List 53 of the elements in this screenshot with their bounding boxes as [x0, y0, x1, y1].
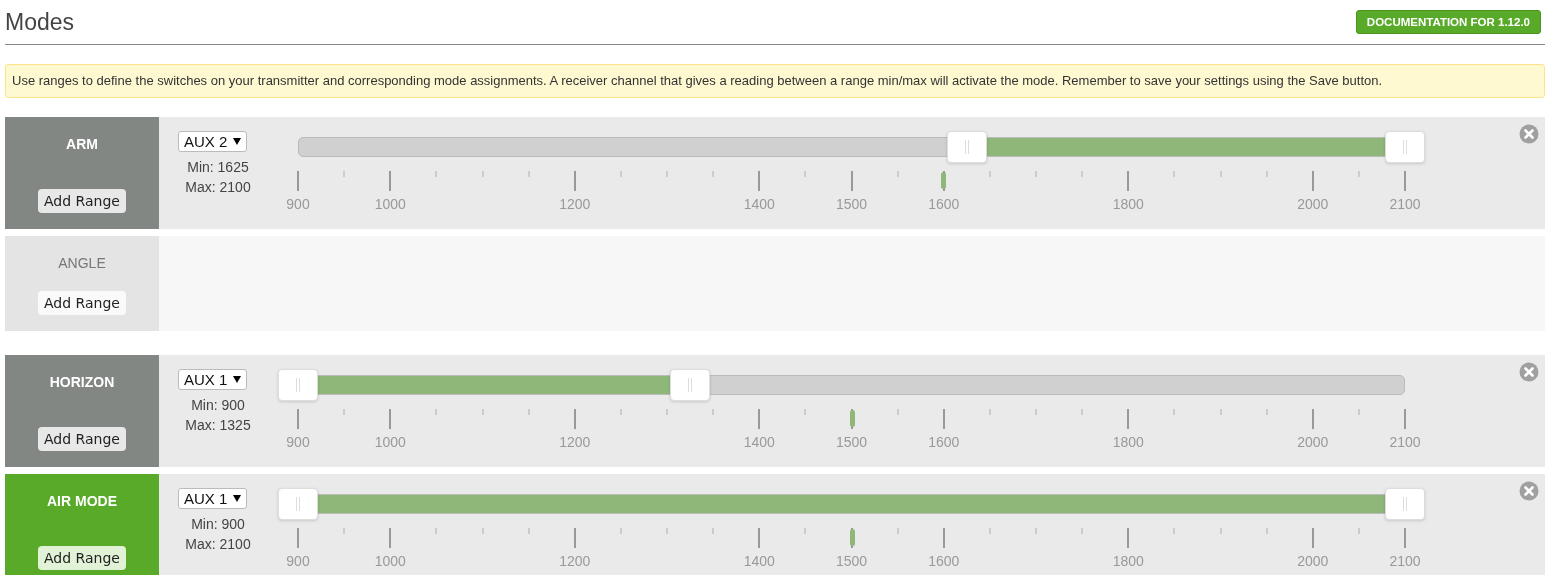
scale-label: 1600 — [928, 434, 960, 450]
caret-icon — [233, 376, 242, 383]
remove-icon[interactable] — [1519, 124, 1539, 144]
scale-label: 1500 — [835, 553, 868, 569]
scale-label: 1400 — [743, 196, 775, 212]
max-value: Max: 2100 — [185, 178, 251, 197]
scale-label: 1000 — [374, 196, 406, 212]
scale-label: 1600 — [928, 553, 960, 569]
scale-label: 900 — [286, 434, 310, 450]
remove-icon[interactable] — [1519, 481, 1539, 501]
max-value: Max: 2100 — [185, 535, 251, 554]
scale-label: 2100 — [1389, 196, 1421, 212]
channel-dropdown[interactable]: AUX 2 — [178, 131, 248, 152]
min-value: Min: 900 — [191, 515, 245, 534]
add-range-button[interactable]: Add Range — [38, 291, 126, 315]
mode-name: HORIZON — [49, 374, 115, 390]
scale-label: 1400 — [743, 434, 775, 450]
scale-label: 1200 — [559, 434, 591, 450]
scale-label: 2000 — [1297, 196, 1329, 212]
remove-icon[interactable] — [1519, 362, 1539, 382]
mode-name: ANGLE — [58, 255, 106, 271]
add-range-button[interactable]: Add Range — [38, 427, 126, 451]
scale-label: 1800 — [1112, 553, 1144, 569]
scale-label: 1500 — [835, 434, 868, 450]
scale-label: 1200 — [559, 196, 591, 212]
scale-label: 1500 — [835, 196, 868, 212]
range-slider[interactable] — [278, 488, 1425, 520]
caret-icon — [233, 138, 242, 145]
scale-label: 1600 — [928, 196, 960, 212]
channel-dropdown[interactable]: AUX 1 — [178, 369, 248, 390]
channel-dropdown[interactable]: AUX 1 — [178, 488, 248, 509]
scale-label: 1800 — [1112, 434, 1144, 450]
scale-label: 2000 — [1297, 553, 1329, 569]
mode-name: AIR MODE — [47, 493, 117, 509]
add-range-button[interactable]: Add Range — [38, 546, 126, 570]
scale-label: 1000 — [374, 553, 406, 569]
scale-label: 900 — [286, 196, 310, 212]
scale-label: 900 — [286, 553, 310, 569]
scale-label: 1000 — [374, 434, 406, 450]
page-title: Modes — [5, 8, 75, 36]
scale-label: 2100 — [1389, 434, 1421, 450]
caret-icon — [233, 495, 242, 502]
scale-label: 1200 — [559, 553, 591, 569]
min-value: Min: 1625 — [187, 158, 249, 177]
scale-label: 2000 — [1297, 434, 1329, 450]
max-value: Max: 1325 — [185, 416, 251, 435]
mode-name: ARM — [66, 136, 98, 152]
scale-label: 1400 — [743, 553, 775, 569]
add-range-button[interactable]: Add Range — [38, 189, 126, 213]
scale-label: 1800 — [1112, 196, 1144, 212]
info-note: Use ranges to define the switches on your transmitter and corresponding mode assignments. A receiver channel that gives a reading between a range min/max will activate the mode. Remember to save your settings using the Save button. — [5, 64, 1545, 98]
min-value: Min: 900 — [191, 396, 245, 415]
scale-label: 2100 — [1389, 553, 1421, 569]
